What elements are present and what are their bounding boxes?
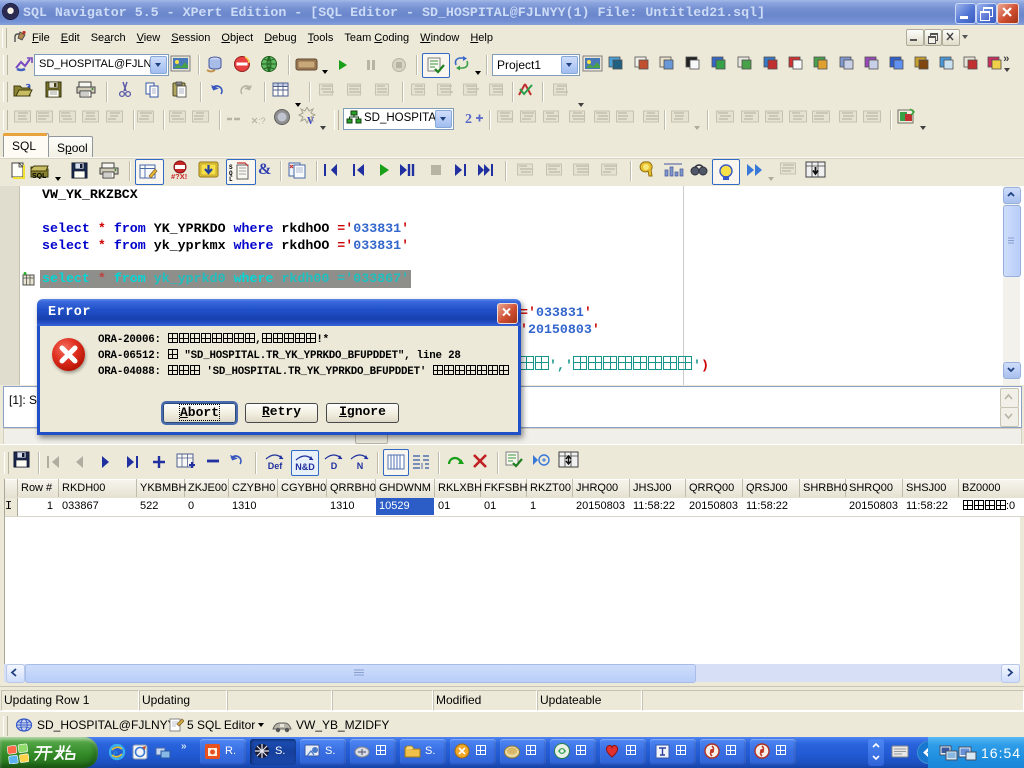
- svg-text:#?X!: #?X!: [171, 172, 187, 180]
- svg-text:2: 2: [465, 112, 472, 127]
- svg-text:SQL: SQL: [229, 164, 233, 181]
- svg-text::?: :?: [258, 116, 266, 125]
- svg-text:V: V: [307, 116, 315, 127]
- svg-text:e: e: [113, 747, 118, 759]
- svg-text:SQL: SQL: [32, 173, 47, 179]
